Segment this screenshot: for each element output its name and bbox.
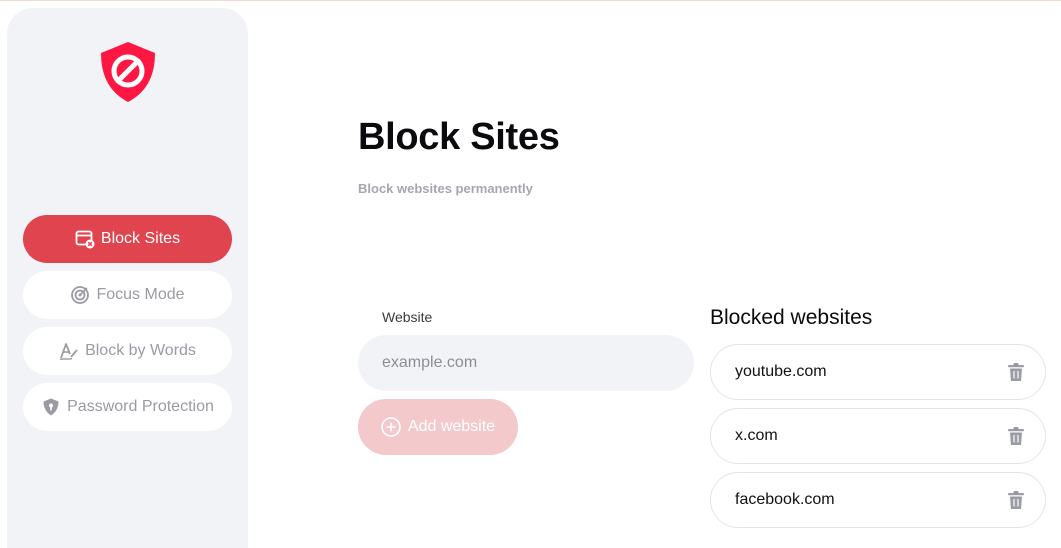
sidebar-item-label: Focus Mode	[96, 286, 185, 303]
page-title: Block Sites	[358, 116, 560, 158]
target-icon	[70, 285, 90, 305]
shield-block-icon	[101, 42, 155, 102]
plus-circle-icon	[381, 417, 401, 437]
blocked-websites-list: youtube.com x.com facebook.com	[710, 344, 1046, 536]
trash-icon[interactable]	[1005, 425, 1027, 447]
blocked-websites-title: Blocked websites	[710, 306, 873, 329]
sidebar: Block Sites Focus Mode Block by Words Pa…	[7, 8, 248, 548]
blocked-site-item: youtube.com	[710, 344, 1046, 400]
shield-lock-icon	[41, 397, 61, 417]
add-website-label: Add website	[407, 418, 496, 435]
page-subtitle: Block websites permanently	[358, 181, 533, 196]
blocked-site-item: x.com	[710, 408, 1046, 464]
blocked-site-item: facebook.com	[710, 472, 1046, 528]
sidebar-item-block-by-words[interactable]: Block by Words	[23, 327, 232, 375]
blocked-site-url: facebook.com	[735, 491, 835, 508]
sidebar-nav: Block Sites Focus Mode Block by Words Pa…	[23, 215, 232, 439]
top-border	[0, 0, 1061, 1]
sidebar-item-label: Block by Words	[85, 342, 196, 359]
trash-icon[interactable]	[1005, 489, 1027, 511]
signature-pen-icon	[59, 341, 79, 361]
sidebar-item-focus-mode[interactable]: Focus Mode	[23, 271, 232, 319]
sidebar-item-label: Password Protection	[67, 398, 214, 415]
blocked-site-url: x.com	[735, 427, 778, 444]
blocked-site-url: youtube.com	[735, 363, 827, 380]
website-field-label: Website	[382, 309, 433, 325]
add-website-button[interactable]: Add website	[358, 399, 518, 455]
website-input[interactable]	[358, 335, 694, 391]
trash-icon[interactable]	[1005, 361, 1027, 383]
sidebar-item-password-protection[interactable]: Password Protection	[23, 383, 232, 431]
sidebar-item-block-sites[interactable]: Block Sites	[23, 215, 232, 263]
browser-block-icon	[75, 229, 95, 249]
sidebar-item-label: Block Sites	[100, 230, 181, 247]
